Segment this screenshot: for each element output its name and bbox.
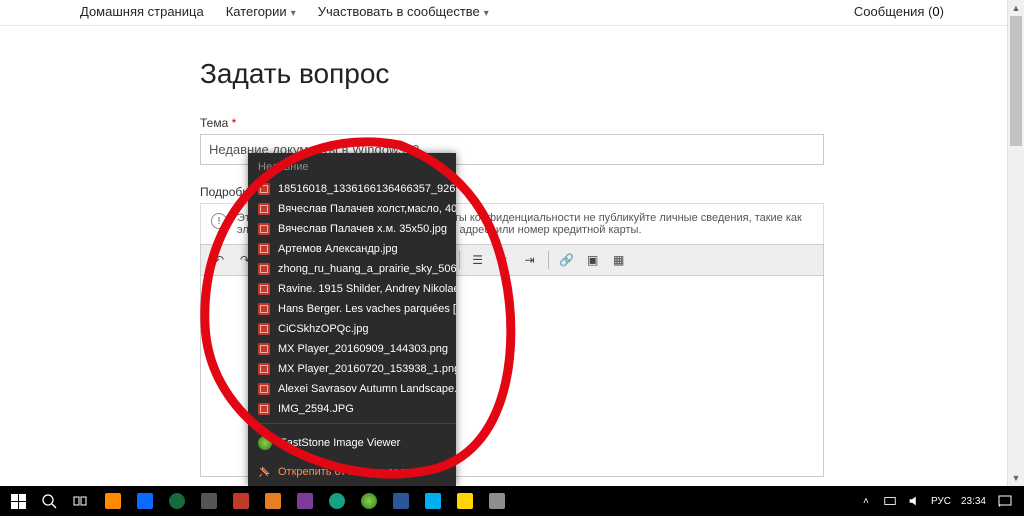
number-list-button[interactable]: ≡: [492, 249, 516, 271]
jumplist-item[interactable]: MX Player_20160720_153938_1.png: [248, 359, 456, 379]
page-title: Задать вопрос: [200, 58, 824, 90]
topic-label: Тема *: [200, 116, 824, 130]
scroll-down-button[interactable]: ▼: [1008, 470, 1024, 486]
jumplist-item[interactable]: IMG_2594.JPG: [248, 399, 456, 419]
action-center-icon[interactable]: [996, 488, 1014, 514]
taskbar-app-7[interactable]: [290, 488, 320, 514]
jumplist-item[interactable]: Hans Berger. Les vaches parquées [Pen…: [248, 299, 456, 319]
taskbar-jumplist: Недавние 18516018_1336166136466357_9262……: [248, 153, 456, 486]
tray-volume-icon[interactable]: [907, 488, 921, 514]
tray-up-icon[interactable]: ˄: [859, 488, 873, 514]
chevron-down-icon: ▾: [291, 8, 296, 19]
link-button[interactable]: 🔗: [555, 249, 579, 271]
windows-logo-icon: [11, 494, 26, 509]
image-file-icon: [258, 363, 270, 375]
top-navigation: Домашняя страница Категории▾ Участвовать…: [0, 0, 1024, 26]
image-file-icon: [258, 403, 270, 415]
jumplist-item[interactable]: Ravine. 1915 Shilder, Andrey Nikolaevi…: [248, 279, 456, 299]
taskbar-app-1[interactable]: [98, 488, 128, 514]
taskbar-app-9[interactable]: [386, 488, 416, 514]
taskbar-app-faststone[interactable]: [354, 488, 384, 514]
jumplist-unpin[interactable]: Открепить от панели задач: [248, 458, 456, 486]
jumplist-item[interactable]: Артемов Александр.jpg: [248, 239, 456, 259]
image-file-icon: [258, 263, 270, 275]
jumplist-app[interactable]: FastStone Image Viewer: [248, 428, 456, 458]
nav-home[interactable]: Домашняя страница: [80, 4, 204, 19]
image-file-icon: [258, 323, 270, 335]
jumplist-item[interactable]: 18516018_1336166136466357_9262…: [248, 179, 456, 199]
undo-button[interactable]: ↶: [207, 249, 231, 271]
image-file-icon: [258, 223, 270, 235]
image-file-icon: [258, 303, 270, 315]
taskbar-app-3[interactable]: [162, 488, 192, 514]
nav-messages[interactable]: Сообщения (0): [854, 4, 944, 19]
tray-network-icon[interactable]: [883, 488, 897, 514]
jumplist-header: Недавние: [248, 153, 456, 179]
unpin-icon: [258, 466, 270, 478]
jumplist-item[interactable]: MX Player_20160909_144303.png: [248, 339, 456, 359]
tray-clock[interactable]: 23:34: [961, 496, 986, 507]
page-scrollbar[interactable]: ▲ ▼: [1007, 0, 1024, 486]
image-file-icon: [258, 243, 270, 255]
jumplist-item[interactable]: zhong_ru_huang_a_prairie_sky_5065_3…: [248, 259, 456, 279]
taskbar-app-11[interactable]: [450, 488, 480, 514]
search-button[interactable]: [34, 488, 64, 514]
info-icon: !: [211, 213, 227, 229]
chevron-down-icon: ▾: [484, 8, 489, 19]
taskbar-app-2[interactable]: [130, 488, 160, 514]
start-button[interactable]: [4, 488, 32, 514]
taskbar-app-5[interactable]: [226, 488, 256, 514]
jumplist-item[interactable]: Вячеслав Палачев холст,масло, 40x50…: [248, 199, 456, 219]
jumplist-item[interactable]: CiCSkhzOPQc.jpg: [248, 319, 456, 339]
jumplist-item[interactable]: Вячеслав Палачев х.м. 35x50.jpg: [248, 219, 456, 239]
nav-categories[interactable]: Категории▾: [226, 4, 296, 19]
image-file-icon: [258, 283, 270, 295]
taskview-button[interactable]: [66, 488, 96, 514]
scroll-thumb[interactable]: [1010, 16, 1022, 146]
taskbar-app-4[interactable]: [194, 488, 224, 514]
taskbar-app-10[interactable]: [418, 488, 448, 514]
nav-participate[interactable]: Участвовать в сообществе▾: [318, 4, 489, 19]
table-button[interactable]: ▦: [607, 249, 631, 271]
image-file-icon: [258, 383, 270, 395]
indent-button[interactable]: ⇥: [518, 249, 542, 271]
jumplist-item[interactable]: Alexei Savrasov Autumn Landscape.jpg: [248, 379, 456, 399]
faststone-icon: [258, 436, 272, 450]
taskbar-app-8[interactable]: [322, 488, 352, 514]
windows-taskbar: ˄ РУС 23:34: [0, 486, 1024, 516]
bullet-list-button[interactable]: ☰: [466, 249, 490, 271]
taskbar-app-6[interactable]: [258, 488, 288, 514]
image-file-icon: [258, 203, 270, 215]
taskbar-app-12[interactable]: [482, 488, 512, 514]
tray-language[interactable]: РУС: [931, 496, 951, 507]
scroll-up-button[interactable]: ▲: [1008, 0, 1024, 16]
image-file-icon: [258, 183, 270, 195]
image-button[interactable]: ▣: [581, 249, 605, 271]
image-file-icon: [258, 343, 270, 355]
